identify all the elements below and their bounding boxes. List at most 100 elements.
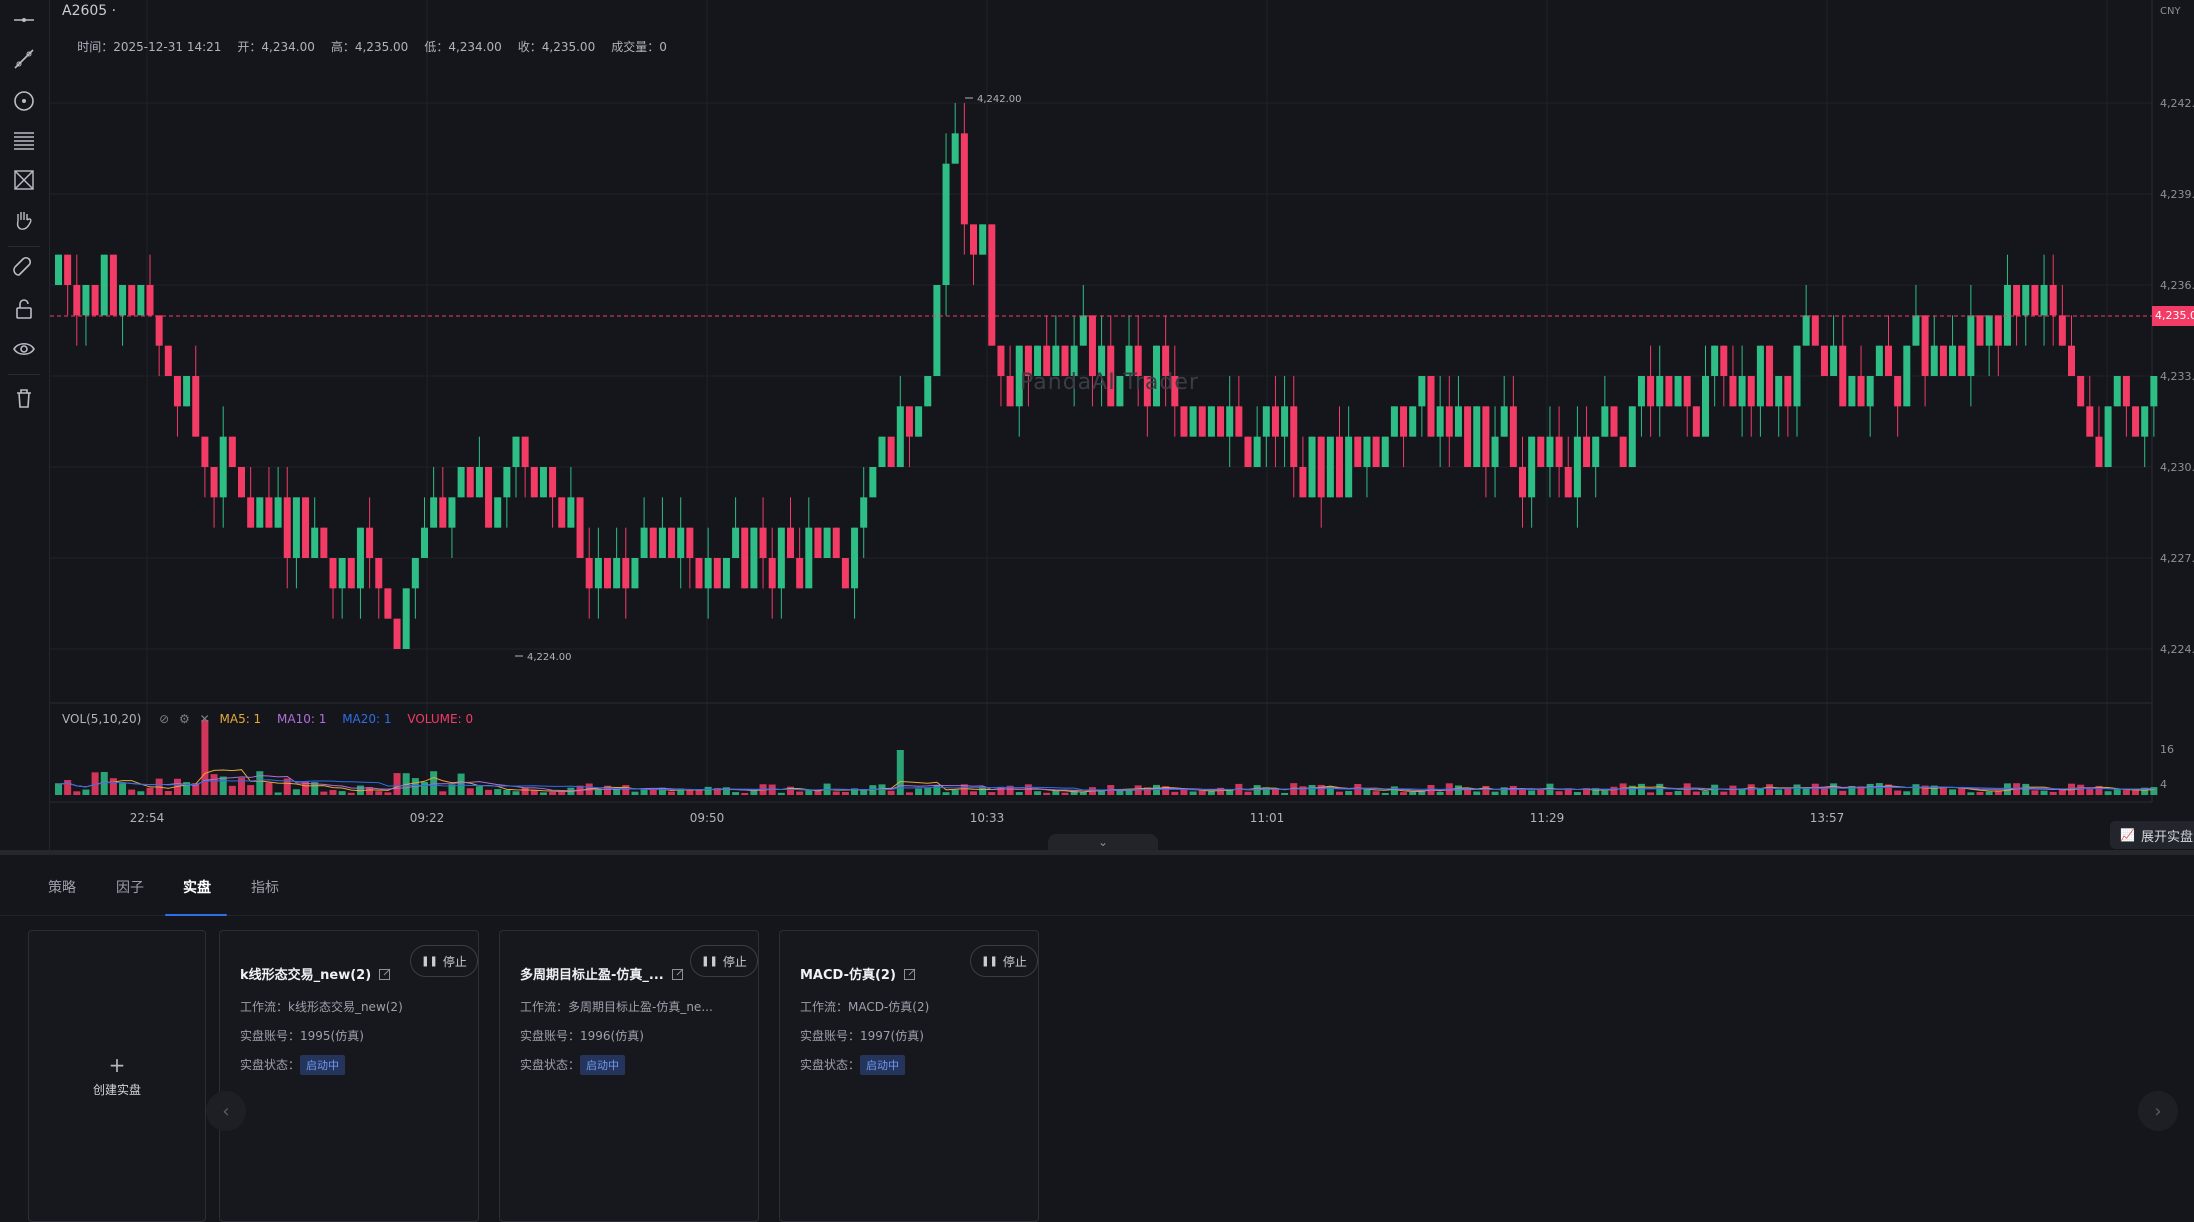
volume-bar [1766, 784, 1774, 795]
tab-factor[interactable]: 因子 [116, 877, 144, 897]
candle-body [430, 497, 438, 528]
candle-body [1226, 406, 1234, 437]
carousel-prev-button[interactable]: ‹ [206, 1091, 246, 1131]
candle-body [905, 406, 913, 437]
magnet-icon[interactable] [10, 254, 38, 282]
candle-body [530, 467, 538, 498]
tab-strategy[interactable]: 策略 [48, 877, 76, 897]
trend-line-icon[interactable] [10, 45, 38, 73]
candle-body [274, 497, 282, 528]
candle-body [283, 497, 291, 558]
candle-body [494, 497, 502, 528]
indicator-settings-icon[interactable]: ⚙ [179, 712, 190, 726]
volume-bar [832, 791, 840, 795]
stop-button[interactable]: ❚❚ 停止 [690, 945, 758, 977]
remove-indicator-icon[interactable]: ✕ [200, 712, 210, 726]
candle-body [1564, 467, 1572, 498]
symbol-label: A2605 · [62, 3, 117, 19]
volume-bar [1720, 791, 1728, 795]
horizontal-line-icon[interactable] [10, 6, 38, 34]
volume-bar [1482, 785, 1490, 795]
volume-bar [64, 780, 72, 795]
candle-body [539, 467, 547, 498]
candle-body [1756, 345, 1764, 407]
volume-bar [1271, 789, 1279, 795]
volume-bar [164, 791, 172, 795]
candle-body [2031, 285, 2039, 316]
candle-body [796, 558, 804, 589]
eye-icon[interactable] [10, 335, 38, 363]
live-card[interactable]: MACD-仿真(2) ❚❚ 停止 工作流：MACD-仿真(2) 实盘账号：1997… [779, 930, 1039, 1222]
live-card[interactable]: k线形态交易_new(2) ❚❚ 停止 工作流：k线形态交易_new(2) 实盘账… [219, 930, 479, 1222]
panel-tabs: 策略 因子 实盘 指标 [0, 855, 2194, 916]
stop-button[interactable]: ❚❚ 停止 [410, 945, 478, 977]
trash-icon[interactable] [10, 384, 38, 412]
volume-bar [1647, 792, 1655, 795]
candle-body [750, 527, 758, 589]
volume-bar [942, 792, 950, 795]
candle-body [1262, 406, 1270, 437]
candle-body [1619, 436, 1627, 467]
volume-bar [1912, 784, 1920, 795]
candle-body [210, 467, 218, 498]
volume-bar [1244, 791, 1252, 795]
edit-icon[interactable] [903, 968, 916, 980]
tab-live[interactable]: 实盘 [183, 877, 211, 897]
volume-bar [485, 789, 493, 795]
volume-bar [512, 791, 520, 795]
candle-body [686, 527, 694, 558]
candle-body [1198, 406, 1206, 437]
lock-icon[interactable] [10, 295, 38, 323]
volume-bar [1674, 791, 1682, 795]
candle-body [1656, 376, 1664, 407]
carousel-next-button[interactable]: › [2138, 1091, 2178, 1131]
hide-indicator-icon[interactable]: ⊘ [159, 712, 169, 726]
live-card[interactable]: 多周期目标止盈-仿真_... ❚❚ 停止 工作流：多周期目标止盈-仿真_ne...… [499, 930, 759, 1222]
volume-bar [1756, 788, 1764, 795]
fibonacci-icon[interactable] [10, 126, 38, 154]
volume-bar [970, 791, 977, 795]
candle-body [1674, 376, 1682, 407]
candle-body [860, 497, 868, 528]
drawing-toolbar [0, 0, 50, 850]
current-price-tag: 4,235.00 [2152, 306, 2194, 326]
candle-body [1537, 436, 1545, 467]
gesture-icon[interactable] [10, 206, 38, 234]
tab-indicator[interactable]: 指标 [251, 877, 279, 897]
candle-body [585, 558, 593, 589]
ohlc-readout: 时间：2025-12-31 14:21 开：4,234.00 高：4,235.00 低… [62, 24, 683, 69]
expand-live-button[interactable]: 📈 展开实盘 [2110, 821, 2194, 849]
candle-body [1454, 406, 1462, 437]
status-info: 实盘状态： 启动中 [520, 1055, 626, 1075]
kline-chart-area[interactable]: 4,242.0 4,239.0 4,236.0 4,233.0 4,230.0 4,227… [0, 0, 2194, 850]
pattern-icon[interactable] [10, 166, 38, 194]
candle-body [100, 254, 108, 316]
candle-body [1967, 315, 1975, 376]
status-label: 实盘状态： [240, 1058, 301, 1072]
volume-bar [210, 774, 218, 795]
volume-bar [1573, 792, 1581, 795]
volume-bar [375, 791, 383, 795]
candle-body [411, 558, 419, 589]
candle-body [375, 558, 383, 589]
price-axis-label: 4,227.0 [2160, 552, 2194, 565]
volume-bar [2022, 783, 2030, 795]
volume-bar [1390, 786, 1398, 795]
volume-bar [2031, 790, 2039, 795]
volume-bar [1528, 790, 1536, 795]
collapse-chart-handle[interactable]: ⌄ [1048, 834, 1158, 850]
time-axis-label: 11:29 [1529, 811, 1565, 825]
volume-bar [1171, 791, 1179, 795]
edit-icon[interactable] [379, 968, 391, 980]
candle-body [704, 558, 712, 589]
candle-body [1949, 345, 1957, 376]
candle-body [466, 467, 474, 498]
stop-button[interactable]: ❚❚ 停止 [970, 945, 1038, 977]
edit-icon[interactable] [671, 968, 684, 980]
candle-body [1729, 376, 1737, 407]
create-live-card[interactable]: + 创建实盘 [28, 930, 206, 1222]
circle-tool-icon[interactable] [10, 87, 38, 115]
candle-body [823, 527, 831, 558]
create-live-label: 创建实盘 [92, 1082, 141, 1097]
volume-bar [1354, 783, 1362, 795]
